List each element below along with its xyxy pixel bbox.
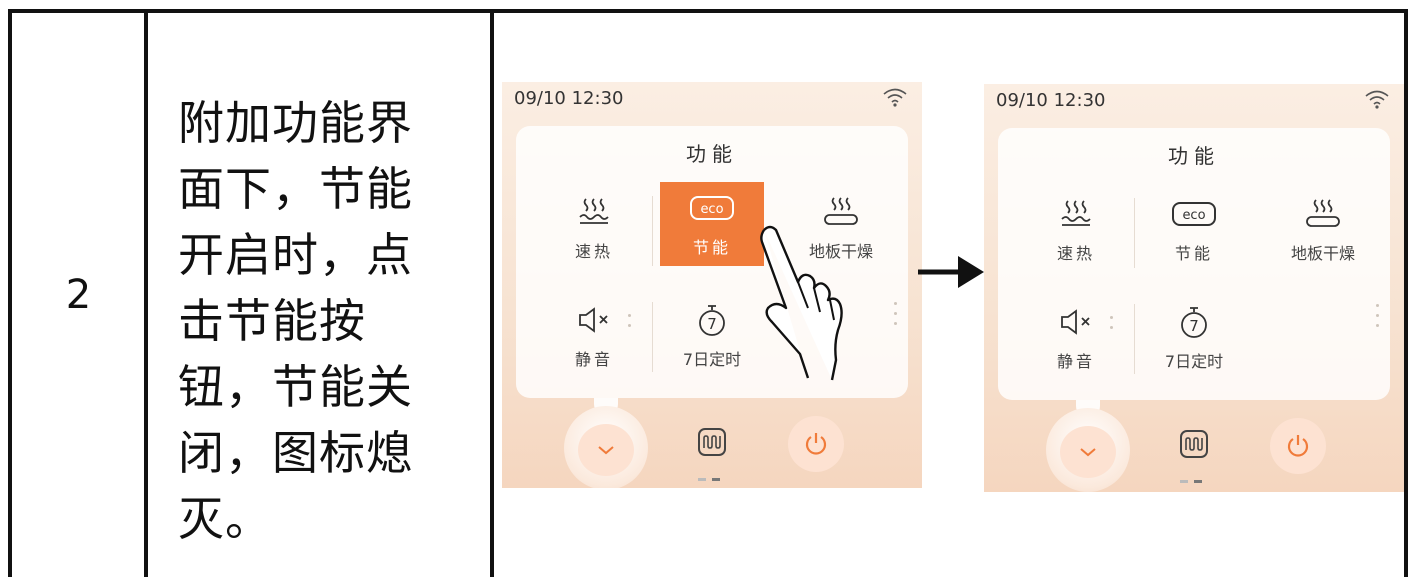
chevron-down-icon: [1080, 448, 1096, 457]
page-indicator: [698, 478, 722, 481]
page-indicator: [1180, 480, 1204, 483]
collapse-button[interactable]: [1060, 426, 1116, 478]
panel-title: 功能: [686, 142, 738, 166]
chevron-down-icon: [598, 446, 614, 455]
mute-label: 静音: [574, 350, 613, 369]
table-top-border: [8, 9, 1408, 13]
bottom-bar: [984, 400, 1404, 492]
svg-text:7: 7: [1189, 317, 1199, 335]
svg-text:eco: eco: [700, 202, 723, 217]
description-line: 钮，节能关: [178, 360, 413, 414]
mute-icon: [1061, 309, 1090, 335]
timer-7-icon: 7: [699, 305, 725, 336]
page-dots: [1376, 304, 1380, 334]
panel-title: 功能: [1168, 144, 1220, 168]
table-right-border: [1404, 9, 1408, 577]
description-line: 闭，图标熄: [178, 426, 413, 480]
hand-pointer-icon: [760, 225, 843, 381]
quick-heat-button[interactable]: 速热: [542, 186, 646, 270]
arrow-right-icon: [918, 256, 984, 288]
quick-heat-icon: [1061, 200, 1091, 226]
eco-label: 节能: [1174, 244, 1213, 263]
description-line: 击节能按: [178, 294, 366, 348]
floor-dry-button[interactable]: 地板干燥: [1268, 188, 1378, 272]
power-icon: [805, 433, 827, 455]
page-dots: [1110, 316, 1114, 336]
divider: [652, 302, 653, 372]
heater-icon[interactable]: [1178, 428, 1210, 460]
floor-dry-label: 地板干燥: [1290, 244, 1355, 263]
bottom-bar: [502, 398, 922, 488]
table-column-divider-2: [490, 9, 494, 577]
mute-button[interactable]: 静音: [1024, 296, 1128, 380]
quick-heat-label: 速热: [574, 242, 613, 261]
step-description: 附加功能界 面下，节能 开启时，点 击节能按 钮，节能关 闭，图标熄 灭。: [178, 90, 468, 552]
quick-heat-label: 速热: [1056, 244, 1095, 263]
eco-button[interactable]: eco 节能: [1142, 188, 1246, 272]
heater-icon[interactable]: [696, 426, 728, 458]
wifi-icon: [883, 88, 907, 107]
page-dots: [628, 314, 632, 334]
divider: [1134, 198, 1135, 268]
mute-button[interactable]: 静音: [542, 294, 646, 378]
status-time: 09/10 12:30: [514, 88, 624, 109]
row-number: 2: [65, 272, 92, 318]
eco-icon: eco: [690, 196, 734, 220]
divider: [1134, 304, 1135, 374]
quick-heat-button[interactable]: 速热: [1024, 188, 1128, 272]
page-dots: [894, 302, 898, 332]
svg-text:eco: eco: [1182, 208, 1205, 223]
quick-heat-icon: [579, 198, 609, 224]
function-panel: 功能 速热 eco 节能 地板干燥 静音 7 7日定时: [998, 128, 1390, 400]
eco-icon: eco: [1172, 202, 1216, 226]
power-button[interactable]: [1270, 418, 1326, 474]
description-line: 开启时，点: [178, 228, 413, 282]
description-line: 附加功能界: [178, 96, 413, 150]
eco-button[interactable]: eco 节能: [660, 182, 764, 266]
eco-label: 节能: [692, 238, 731, 257]
timer-7-icon: 7: [1181, 307, 1207, 338]
description-line: 灭。: [178, 492, 272, 546]
timer-7-button[interactable]: 7 7日定时: [1142, 296, 1246, 380]
timer-7-button[interactable]: 7 7日定时: [660, 294, 764, 378]
timer-7-label: 7日定时: [682, 350, 742, 369]
collapse-button[interactable]: [578, 424, 634, 476]
power-icon: [1287, 435, 1309, 457]
description-line: 面下，节能: [178, 162, 413, 216]
svg-text:7: 7: [707, 315, 717, 333]
power-button[interactable]: [788, 416, 844, 472]
divider: [652, 196, 653, 266]
floor-dry-icon: [1306, 199, 1340, 227]
status-time: 09/10 12:30: [996, 90, 1106, 111]
mute-label: 静音: [1056, 352, 1095, 371]
mute-icon: [579, 307, 608, 333]
screen-after: 09/10 12:30 功能 速热 eco 节能 地板干燥 静音 7 7日定时: [984, 84, 1404, 492]
timer-7-label: 7日定时: [1164, 352, 1224, 371]
wifi-icon: [1365, 90, 1389, 109]
